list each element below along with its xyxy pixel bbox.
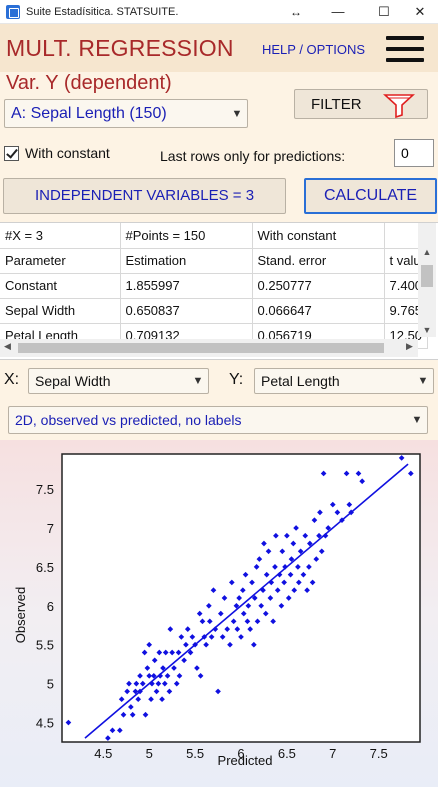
table-cell[interactable]: Constant (0, 273, 121, 299)
window-title: Suite Estadísitica. STATSUITE. (26, 5, 179, 18)
table-cell[interactable]: Parameter (0, 248, 121, 274)
page-title: MULT. REGRESSION (6, 35, 234, 61)
vertical-scroll-thumb[interactable] (421, 265, 433, 287)
chevron-down-icon: ▼ (231, 107, 243, 120)
table-row[interactable]: Constant 1.855997 0.250777 7.400 (0, 273, 429, 299)
results-grid[interactable]: #X = 3 #Points = 150 With constant Paramete… (0, 222, 438, 360)
horizontal-scrollbar[interactable]: ◀ ▶ (0, 339, 418, 357)
y-tick-label: 6 (47, 599, 54, 614)
table-cell[interactable]: Sepal Width (0, 298, 121, 324)
y-variable-selected: Petal Length (261, 373, 340, 389)
filter-button-label: FILTER (311, 96, 362, 113)
horizontal-scroll-thumb[interactable] (18, 343, 384, 353)
table-cell[interactable]: #X = 3 (0, 223, 121, 249)
y-tick-label: 5.5 (36, 638, 54, 653)
scroll-down-icon[interactable]: ▼ (418, 325, 436, 335)
var-y-select[interactable]: A: Sepal Length (150) ▼ (4, 99, 248, 128)
independent-variables-button[interactable]: INDEPENDENT VARIABLES = 3 (3, 178, 286, 214)
filter-button[interactable]: FILTER (294, 89, 428, 119)
y-tick-label: 5 (47, 677, 54, 692)
close-button[interactable]: ✕ (400, 0, 438, 24)
scroll-left-icon[interactable]: ◀ (4, 341, 11, 352)
with-constant-label: With constant (25, 145, 110, 161)
x-tick-label: 7 (329, 746, 336, 761)
help-options-link[interactable]: HELP / OPTIONS (262, 42, 365, 57)
checkbox-checked-icon[interactable] (4, 145, 19, 161)
chevron-down-icon: ▼ (417, 375, 429, 387)
y-variable-select[interactable]: Petal Length ▼ (254, 368, 434, 394)
hamburger-menu-icon[interactable] (386, 36, 424, 62)
window-titlebar: Suite Estadísitica. STATSUITE. ↔ — ☐ ✕ (0, 0, 438, 24)
x-tick-label: 5 (146, 746, 153, 761)
x-tick-label: 6.5 (278, 746, 296, 761)
y-axis-label: Observed (13, 587, 28, 643)
x-tick-label: 7.5 (370, 746, 388, 761)
table-row[interactable]: Sepal Width 0.650837 0.066647 9.765 (0, 298, 429, 324)
scatter-plot: 4.5 5 5.5 6 6.5 7 7.54.555.566.577.5 Predicted… (13, 453, 421, 768)
x-tick-label: 4.5 (94, 746, 112, 761)
plot-type-selected: 2D, observed vs predicted, no labels (15, 412, 242, 428)
results-table: #X = 3 #Points = 150 With constant Paramete… (0, 223, 429, 349)
var-y-selected: A: Sepal Length (150) (11, 104, 167, 122)
x-tick-label: 5.5 (186, 746, 204, 761)
table-cell[interactable]: 0.650837 (120, 298, 253, 324)
app-icon (6, 4, 20, 19)
last-rows-label: Last rows only for predictions: (160, 148, 346, 164)
table-cell[interactable]: 0.066647 (252, 298, 385, 324)
y-tick-label: 7 (47, 521, 54, 536)
vertical-scrollbar[interactable]: ▲ ▼ (418, 223, 436, 337)
funnel-icon (383, 94, 415, 119)
chevron-down-icon: ▼ (411, 414, 423, 426)
table-cell[interactable]: Estimation (120, 248, 253, 274)
y-tick-label: 7.5 (36, 482, 54, 497)
y-tick-label: 4.5 (36, 716, 54, 731)
x-variable-selected: Sepal Width (35, 373, 111, 389)
x-axis-label: Predicted (218, 753, 273, 768)
table-cell[interactable]: 1.855997 (120, 273, 253, 299)
table-row[interactable]: Parameter Estimation Stand. error t valu (0, 248, 429, 274)
chart-area: 4.5 5 5.5 6 6.5 7 7.5 4.5 5 5.5 6 6.5 7 7.5 Predicted… (0, 440, 438, 787)
scroll-up-icon[interactable]: ▲ (418, 247, 436, 257)
y-select-label: Y: (229, 371, 244, 388)
x-select-label: X: (4, 371, 20, 388)
table-cell[interactable]: #Points = 150 (120, 223, 253, 249)
chevron-down-icon: ▼ (192, 375, 204, 387)
var-y-label: Var. Y (dependent) (6, 72, 172, 94)
table-cell[interactable]: 0.250777 (252, 273, 385, 299)
minimize-button[interactable]: — (318, 0, 358, 24)
scroll-right-icon[interactable]: ▶ (406, 341, 413, 352)
last-rows-input[interactable] (394, 139, 434, 167)
table-cell[interactable]: With constant (252, 223, 385, 249)
app-header: MULT. REGRESSION HELP / OPTIONS (0, 24, 438, 72)
maximize-button[interactable]: ☐ (364, 0, 404, 24)
calculate-button[interactable]: CALCULATE (304, 178, 437, 214)
table-row[interactable]: #X = 3 #Points = 150 With constant (0, 223, 429, 249)
resize-icon[interactable]: ↔ (290, 0, 302, 24)
plot-type-select[interactable]: 2D, observed vs predicted, no labels ▼ (8, 406, 428, 434)
table-cell[interactable]: Stand. error (252, 248, 385, 274)
y-tick-label: 6.5 (36, 560, 54, 575)
with-constant-toggle[interactable]: With constant (4, 145, 110, 161)
x-variable-select[interactable]: Sepal Width ▼ (28, 368, 209, 394)
